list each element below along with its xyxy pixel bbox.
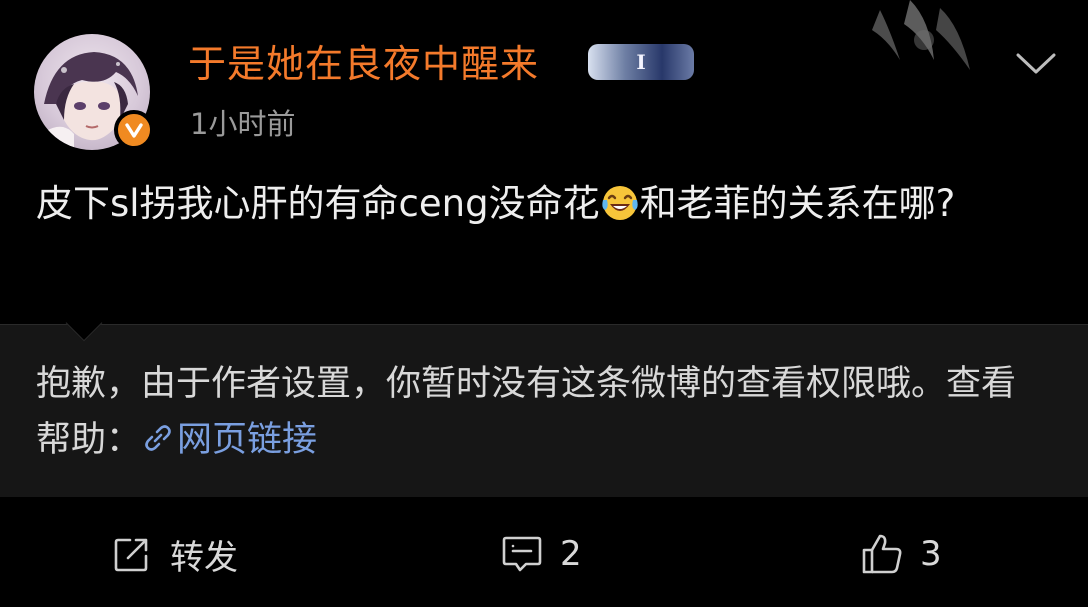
- share-label: 转发: [170, 537, 238, 578]
- share-icon: [110, 532, 154, 576]
- permission-notice-text: 抱歉，由于作者设置，你暂时没有这条微博的查看权限哦。查看帮助： 网页链接: [36, 356, 1036, 468]
- post-timestamp: 1小时前: [190, 107, 296, 141]
- fan-badge-label: I: [636, 50, 646, 74]
- laugh-cry-emoji-icon: [601, 186, 638, 220]
- like-button[interactable]: 3: [860, 530, 942, 578]
- post-text-part-2: 和老菲的关系在哪?: [639, 182, 956, 225]
- post-menu-button[interactable]: [1010, 42, 1062, 86]
- post-content: 皮下sl拐我心肝的有命ceng没命花 和老菲的关系在哪?: [36, 175, 1046, 233]
- link-icon: [145, 425, 171, 451]
- fan-badge[interactable]: I: [588, 44, 694, 80]
- share-button[interactable]: 转发: [110, 530, 238, 578]
- author-name[interactable]: 于是她在良夜中醒来: [188, 40, 539, 88]
- post-text-part-1: 皮下sl拐我心肝的有命ceng没命花: [36, 182, 600, 225]
- weibo-post-card: 于是她在良夜中醒来 I 1小时前 皮下sl拐我心肝的有命ceng没命花 和老菲的…: [0, 0, 1088, 607]
- help-link-label: 网页链接: [177, 420, 318, 460]
- post-action-bar: 转发 2 3: [0, 508, 1088, 600]
- like-count: 3: [920, 534, 942, 574]
- header-decoration-icon: [872, 0, 970, 70]
- help-web-link[interactable]: 网页链接: [141, 420, 317, 460]
- comment-icon: [500, 532, 544, 576]
- chevron-down-icon: [1016, 53, 1056, 74]
- comment-count: 2: [560, 534, 582, 574]
- verified-badge-icon: [114, 110, 154, 150]
- thumbs-up-icon: [860, 532, 904, 576]
- comment-button[interactable]: 2: [500, 530, 582, 578]
